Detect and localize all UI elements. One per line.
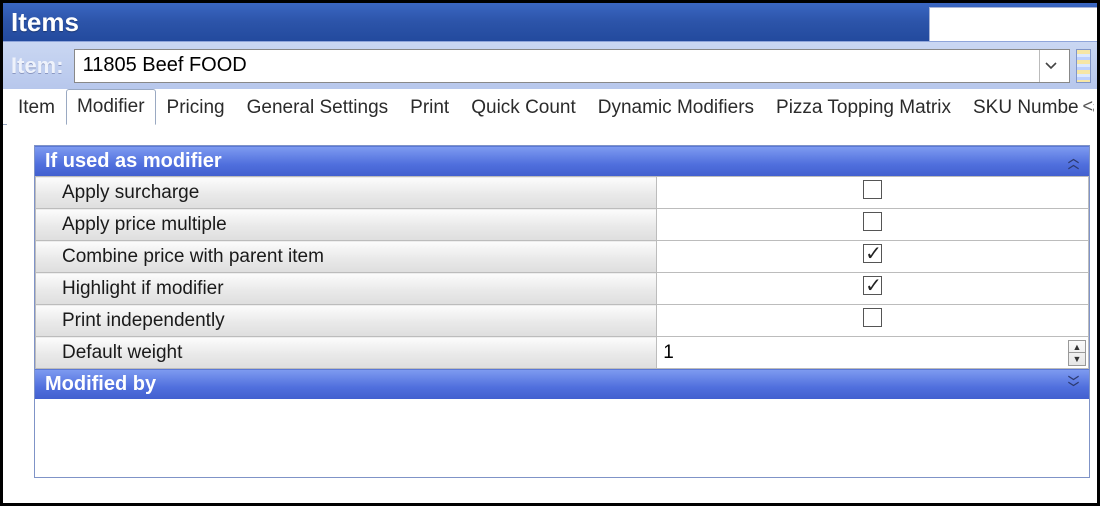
item-label: Item: [11,53,64,79]
tab-dynamic-modifiers[interactable]: Dynamic Modifiers [587,90,765,125]
property-row: Default weight 1 ▲▼ [36,337,1089,369]
tab-general-settings[interactable]: General Settings [236,90,400,125]
tab-quick-count[interactable]: Quick Count [460,90,587,125]
item-combobox[interactable]: 11805 Beef FOOD [74,49,1070,83]
section-header-modified-by[interactable]: Modified by ﹀﹀ [35,369,1089,399]
checkbox[interactable] [863,212,882,231]
property-value-cell [657,305,1089,337]
expand-down-icon: ﹀﹀ [1068,379,1079,391]
modified-by-placeholder [35,399,1089,477]
property-label: Print independently [36,305,657,337]
checkbox[interactable] [863,308,882,327]
property-row: Apply surcharge [36,177,1089,209]
section-header-modifier[interactable]: If used as modifier ︿︿ [35,146,1089,176]
modifier-properties-table: Apply surchargeApply price multipleCombi… [35,176,1089,369]
item-edit-button[interactable] [1076,49,1091,83]
number-value[interactable]: 1 [663,342,674,363]
tab-pricing[interactable]: Pricing [156,90,236,125]
property-value-cell [657,273,1089,305]
tab-modifier[interactable]: Modifier [66,89,156,125]
spinner-down-icon[interactable]: ▼ [1069,353,1085,365]
checkbox[interactable] [863,180,882,199]
property-value-cell [657,209,1089,241]
item-selector-row: Item: 11805 Beef FOOD [3,41,1097,89]
app-frame: Items Item: 11805 Beef FOOD ItemModifier… [0,0,1100,506]
tab-scroll-left-icon[interactable]: < [1078,89,1093,124]
content-area: If used as modifier ︿︿ Apply surchargeAp… [6,129,1094,500]
property-label: Apply price multiple [36,209,657,241]
property-label: Default weight [36,337,657,369]
property-panel: If used as modifier ︿︿ Apply surchargeAp… [34,145,1090,478]
window-title: Items [11,7,79,38]
property-row: Combine price with parent item [36,241,1089,273]
title-bar: Items [3,3,1097,41]
spinner-up-icon[interactable]: ▲ [1069,341,1085,353]
property-value-cell [657,177,1089,209]
section-title: Modified by [45,373,156,396]
tab-item[interactable]: Item [7,90,66,125]
spinner[interactable]: ▲▼ [1068,340,1086,366]
property-label: Apply surcharge [36,177,657,209]
tab-pizza-topping-matrix[interactable]: Pizza Topping Matrix [765,90,962,125]
tab-strip: ItemModifierPricingGeneral SettingsPrint… [3,89,1097,125]
item-selected-text: 11805 Beef FOOD [83,54,247,77]
checkbox[interactable] [863,244,882,263]
property-row: Print independently [36,305,1089,337]
tab-print[interactable]: Print [399,90,460,125]
title-search-input[interactable] [929,7,1097,41]
property-label: Highlight if modifier [36,273,657,305]
property-row: Highlight if modifier [36,273,1089,305]
chevron-down-icon [1039,50,1061,82]
property-value-cell: 1 ▲▼ [657,337,1089,369]
property-row: Apply price multiple [36,209,1089,241]
collapse-up-icon: ︿︿ [1068,156,1079,168]
property-label: Combine price with parent item [36,241,657,273]
section-title: If used as modifier [45,150,222,173]
checkbox[interactable] [863,276,882,295]
property-value-cell [657,241,1089,273]
